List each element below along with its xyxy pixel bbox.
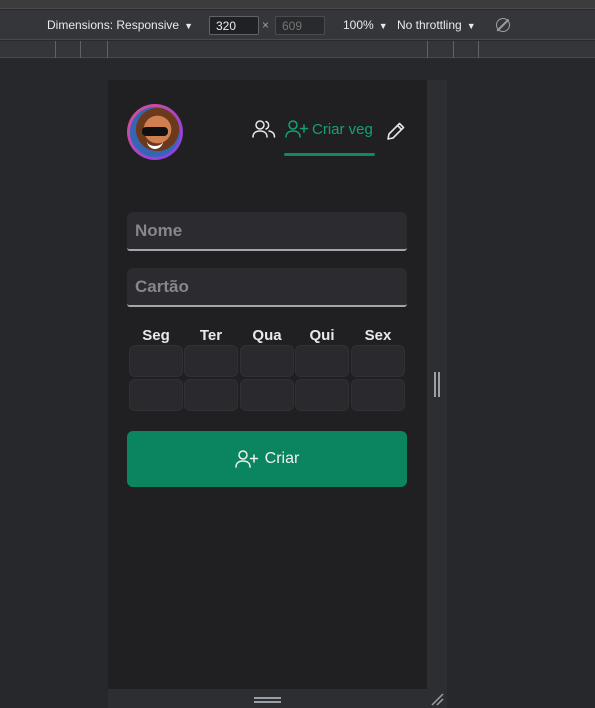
day-cell-qua-1[interactable] bbox=[240, 345, 294, 377]
day-cell-ter-1[interactable] bbox=[184, 345, 238, 377]
day-cell-seg-1[interactable] bbox=[129, 345, 183, 377]
day-cell-qui-2[interactable] bbox=[295, 379, 349, 411]
width-input[interactable] bbox=[209, 16, 259, 35]
app-viewport: Criar veg Seg Ter Qua Qui Sex Criar bbox=[108, 80, 427, 689]
dimensions-label: Dimensions: Responsive bbox=[47, 18, 180, 32]
user-plus-icon bbox=[285, 120, 309, 138]
active-tab-indicator bbox=[284, 153, 375, 156]
browser-top-strip bbox=[0, 0, 595, 9]
day-cell-sex-1[interactable] bbox=[351, 345, 405, 377]
day-cell-ter-2[interactable] bbox=[184, 379, 238, 411]
throttling-label: No throttling bbox=[397, 18, 462, 32]
day-cell-qui-1[interactable] bbox=[295, 345, 349, 377]
zoom-label: 100% bbox=[343, 18, 374, 32]
height-input[interactable] bbox=[275, 16, 325, 35]
day-label-qua: Qua bbox=[252, 327, 282, 344]
day-cell-sex-2[interactable] bbox=[351, 379, 405, 411]
pencil-icon[interactable] bbox=[386, 121, 406, 141]
tab-create-label: Criar veg bbox=[312, 121, 373, 138]
create-button[interactable]: Criar bbox=[127, 431, 407, 487]
zoom-dropdown[interactable]: 100% ▼ bbox=[343, 18, 388, 32]
times-separator: × bbox=[262, 18, 270, 32]
bottom-resize-handle[interactable] bbox=[254, 697, 281, 703]
create-button-label: Criar bbox=[264, 450, 300, 467]
chevron-down-icon: ▼ bbox=[378, 21, 388, 31]
day-cell-qua-2[interactable] bbox=[240, 379, 294, 411]
day-label-ter: Ter bbox=[199, 327, 223, 344]
day-label-qui: Qui bbox=[309, 327, 335, 344]
throttling-dropdown[interactable]: No throttling ▼ bbox=[397, 18, 476, 32]
day-label-sex: Sex bbox=[364, 327, 392, 344]
dimensions-dropdown[interactable]: Dimensions: Responsive ▼ bbox=[47, 18, 193, 32]
chevron-down-icon: ▼ bbox=[466, 21, 476, 31]
rotate-icon[interactable] bbox=[496, 18, 510, 32]
name-input[interactable] bbox=[127, 212, 407, 251]
day-cell-seg-2[interactable] bbox=[129, 379, 183, 411]
day-label-seg: Seg bbox=[142, 327, 170, 344]
avatar[interactable] bbox=[127, 104, 183, 160]
chevron-down-icon: ▼ bbox=[184, 21, 193, 31]
users-icon[interactable] bbox=[252, 120, 276, 138]
user-plus-icon bbox=[234, 450, 258, 468]
media-query-ruler bbox=[0, 41, 595, 58]
side-resize-handle[interactable] bbox=[434, 372, 440, 397]
tab-create-veg[interactable]: Criar veg bbox=[285, 120, 376, 156]
avatar-image bbox=[130, 107, 180, 157]
card-input[interactable] bbox=[127, 268, 407, 307]
corner-resize-icon[interactable] bbox=[430, 692, 444, 706]
